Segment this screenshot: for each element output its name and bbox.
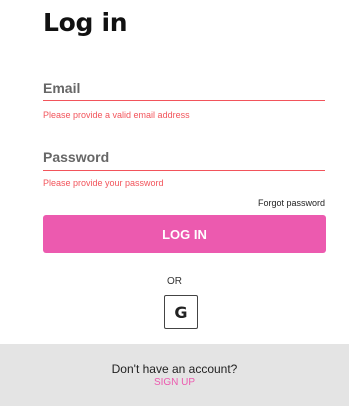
login-page: Log in Email Please provide a valid emai… xyxy=(0,0,349,406)
login-button[interactable]: LOG IN xyxy=(43,215,326,253)
signup-prompt: Don't have an account? xyxy=(111,362,238,376)
page-title: Log in xyxy=(43,8,128,37)
email-error-message: Please provide a valid email address xyxy=(43,110,190,120)
signup-link[interactable]: SIGN UP xyxy=(0,377,349,388)
or-divider-label: OR xyxy=(167,276,182,287)
forgot-password-link[interactable]: Forgot password xyxy=(258,198,325,208)
password-field-underline[interactable] xyxy=(43,170,325,171)
signup-panel: Don't have an account? SIGN UP xyxy=(0,344,349,406)
google-login-button[interactable]: G xyxy=(164,295,198,329)
email-field-label[interactable]: Email xyxy=(43,80,80,96)
password-error-message: Please provide your password xyxy=(43,178,164,188)
email-field-underline[interactable] xyxy=(43,100,325,101)
google-g-icon: G xyxy=(174,302,188,322)
password-field-label[interactable]: Password xyxy=(43,149,109,165)
